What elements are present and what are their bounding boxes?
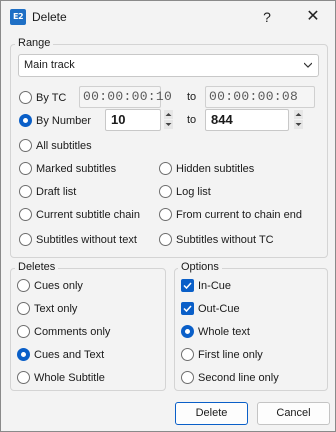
radio-label: All subtitles	[36, 139, 92, 152]
radio-label: Current subtitle chain	[36, 208, 140, 221]
number-to-spinner[interactable]	[293, 110, 304, 130]
by-number-label: By Number	[36, 114, 92, 127]
radio-circle	[17, 325, 30, 338]
title-bar: E2 Delete ? ✕	[1, 1, 335, 33]
radio-circle	[19, 185, 32, 198]
number-from-spinner[interactable]	[163, 110, 174, 130]
spin-down-icon[interactable]	[164, 120, 173, 129]
first-line-only-radio[interactable]: First line only	[181, 348, 263, 361]
radio-label: Whole text	[198, 325, 250, 338]
spin-up-icon[interactable]	[164, 110, 173, 119]
radio-circle	[159, 185, 172, 198]
radio-circle	[17, 371, 30, 384]
marked-subtitles-radio[interactable]: Marked subtitles	[19, 162, 116, 175]
cancel-button[interactable]: Cancel	[257, 402, 330, 425]
radio-label: Cues only	[34, 279, 83, 292]
radio-circle	[19, 233, 32, 246]
checkbox-box	[181, 302, 194, 315]
delete-button[interactable]: Delete	[175, 402, 248, 425]
options-legend: Options	[178, 261, 222, 273]
deletes-legend: Deletes	[15, 261, 59, 273]
radio-label: Log list	[176, 185, 211, 198]
radio-label: Hidden subtitles	[176, 162, 255, 175]
radio-label: Subtitles without text	[36, 233, 137, 246]
radio-circle	[19, 139, 32, 152]
by-tc-label: By TC	[36, 91, 67, 104]
tc-to-label: to	[187, 91, 197, 103]
out-cue-checkbox[interactable]: Out-Cue	[181, 302, 240, 315]
radio-circle	[19, 208, 32, 221]
range-legend: Range	[15, 37, 54, 49]
in-cue-checkbox[interactable]: In-Cue	[181, 279, 231, 292]
number-to-field[interactable]: 844	[205, 109, 289, 131]
window-title: Delete	[32, 10, 67, 24]
text-only-radio[interactable]: Text only	[17, 302, 77, 315]
delete-dialog: E2 Delete ? ✕ Range Main track By TC 00:…	[0, 0, 336, 432]
radio-circle	[181, 325, 194, 338]
radio-label: Second line only	[198, 371, 279, 384]
radio-label: Whole Subtitle	[34, 371, 105, 384]
radio-circle	[19, 162, 32, 175]
radio-circle	[159, 208, 172, 221]
by-number-radio[interactable]: By Number	[19, 114, 91, 127]
tc-from-field[interactable]: 00:00:00:10	[79, 86, 172, 108]
radio-label: Subtitles without TC	[176, 233, 274, 246]
close-button[interactable]: ✕	[290, 1, 336, 33]
help-button[interactable]: ?	[244, 1, 290, 33]
checkbox-label: In-Cue	[198, 279, 232, 292]
check-icon	[183, 305, 192, 313]
cues-only-radio[interactable]: Cues only	[17, 279, 83, 292]
radio-label: Marked subtitles	[36, 162, 117, 175]
radio-circle	[17, 348, 30, 361]
spin-down-icon[interactable]	[294, 120, 303, 129]
hidden-subtitles-radio[interactable]: Hidden subtitles	[159, 162, 254, 175]
track-select[interactable]: Main track	[18, 54, 319, 77]
number-from-field[interactable]: 10	[105, 109, 161, 131]
track-select-value: Main track	[24, 59, 75, 71]
radio-label: Draft list	[36, 185, 77, 198]
radio-circle	[181, 348, 194, 361]
number-to-label: to	[187, 114, 197, 126]
radio-circle	[17, 302, 30, 315]
all-subtitles-radio[interactable]: All subtitles	[19, 139, 92, 152]
radio-label: Text only	[34, 302, 78, 315]
radio-circle	[159, 233, 172, 246]
whole-subtitle-radio[interactable]: Whole Subtitle	[17, 371, 105, 384]
radio-label: First line only	[198, 348, 263, 361]
checkbox-label: Out-Cue	[198, 302, 240, 315]
radio-label: From current to chain end	[176, 208, 302, 221]
radio-label: Cues and Text	[34, 348, 105, 361]
without-text-radio[interactable]: Subtitles without text	[19, 233, 137, 246]
cues-and-text-radio[interactable]: Cues and Text	[17, 348, 104, 361]
without-tc-radio[interactable]: Subtitles without TC	[159, 233, 274, 246]
by-tc-radio[interactable]: By TC	[19, 91, 66, 104]
checkbox-box	[181, 279, 194, 292]
whole-text-radio[interactable]: Whole text	[181, 325, 250, 338]
by-tc-radio-circle	[19, 91, 32, 104]
current-chain-radio[interactable]: Current subtitle chain	[19, 208, 140, 221]
log-list-radio[interactable]: Log list	[159, 185, 211, 198]
app-icon: E2	[10, 9, 26, 25]
tc-to-field[interactable]: 00:00:00:08	[205, 86, 315, 108]
radio-circle	[181, 371, 194, 384]
draft-list-radio[interactable]: Draft list	[19, 185, 76, 198]
spin-up-icon[interactable]	[294, 110, 303, 119]
radio-circle	[159, 162, 172, 175]
second-line-only-radio[interactable]: Second line only	[181, 371, 279, 384]
radio-label: Comments only	[34, 325, 111, 338]
current-to-chain-end-radio[interactable]: From current to chain end	[159, 208, 302, 221]
radio-circle	[17, 279, 30, 292]
chevron-down-icon	[304, 62, 312, 68]
check-icon	[183, 282, 192, 290]
by-number-radio-circle	[19, 114, 32, 127]
comments-only-radio[interactable]: Comments only	[17, 325, 110, 338]
